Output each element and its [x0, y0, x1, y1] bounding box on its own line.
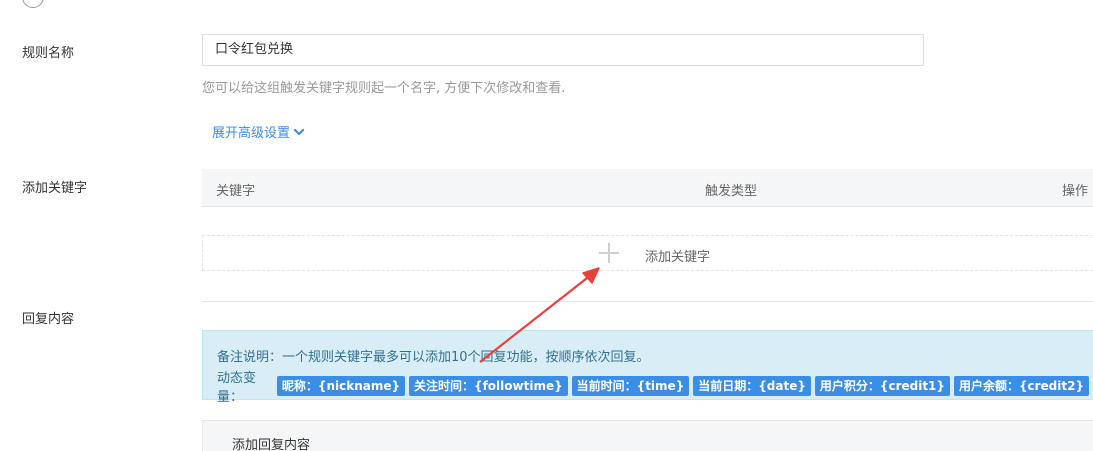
column-header-trigger-type: 触发类型 [705, 184, 758, 199]
variable-badge-nickname[interactable]: 昵称：{nickname} [276, 376, 406, 396]
dynamic-variables-label: 动态变量： [217, 371, 257, 405]
column-header-actions: 操作 [1062, 184, 1089, 199]
rule-name-hint: 您可以给这组触发关键字规则起一个名字, 方便下次修改和查看. [202, 81, 566, 96]
advanced-settings-toggle[interactable]: 展开高级设置 [212, 122, 305, 141]
plus-icon [597, 241, 621, 265]
note-panel: 备注说明：一个规则关键字最多可以添加10个回复功能，按顺序依次回复。 动态变量：… [202, 330, 1093, 405]
variable-badge-time[interactable]: 当前时间：{time} [571, 376, 690, 396]
add-reply-content-text: 添加回复内容 [232, 438, 311, 451]
circle-icon [22, 0, 44, 8]
variable-badge-date[interactable]: 当前日期：{date} [693, 376, 811, 396]
rule-name-label: 规则名称 [22, 46, 75, 61]
add-keyword-text: 添加关键字 [645, 250, 711, 265]
dynamic-variables-row: 动态变量： 昵称：{nickname} 关注时间：{followtime} 当前… [217, 367, 1093, 405]
add-keyword-label: 添加关键字 [22, 181, 88, 196]
chevron-down-icon [293, 128, 305, 135]
note-text: 备注说明：一个规则关键字最多可以添加10个回复功能，按顺序依次回复。 [217, 350, 650, 365]
reply-content-label: 回复内容 [22, 312, 75, 327]
variable-badge-credit1[interactable]: 用户积分：{credit1} [814, 376, 950, 396]
advanced-settings-label: 展开高级设置 [212, 126, 291, 141]
variable-badge-credit2[interactable]: 用户余额：{credit2} [953, 376, 1089, 396]
variable-badge-followtime[interactable]: 关注时间：{followtime} [409, 376, 568, 396]
divider [202, 301, 1093, 302]
add-keyword-button[interactable]: 添加关键字 [202, 235, 1093, 271]
rule-name-input[interactable]: 口令红包兑换 [202, 34, 924, 66]
keyword-table-header: 关键字 触发类型 操作 [202, 169, 1093, 207]
column-header-keyword: 关键字 [216, 184, 256, 199]
add-reply-content-button[interactable]: 添加回复内容 [202, 420, 1093, 451]
